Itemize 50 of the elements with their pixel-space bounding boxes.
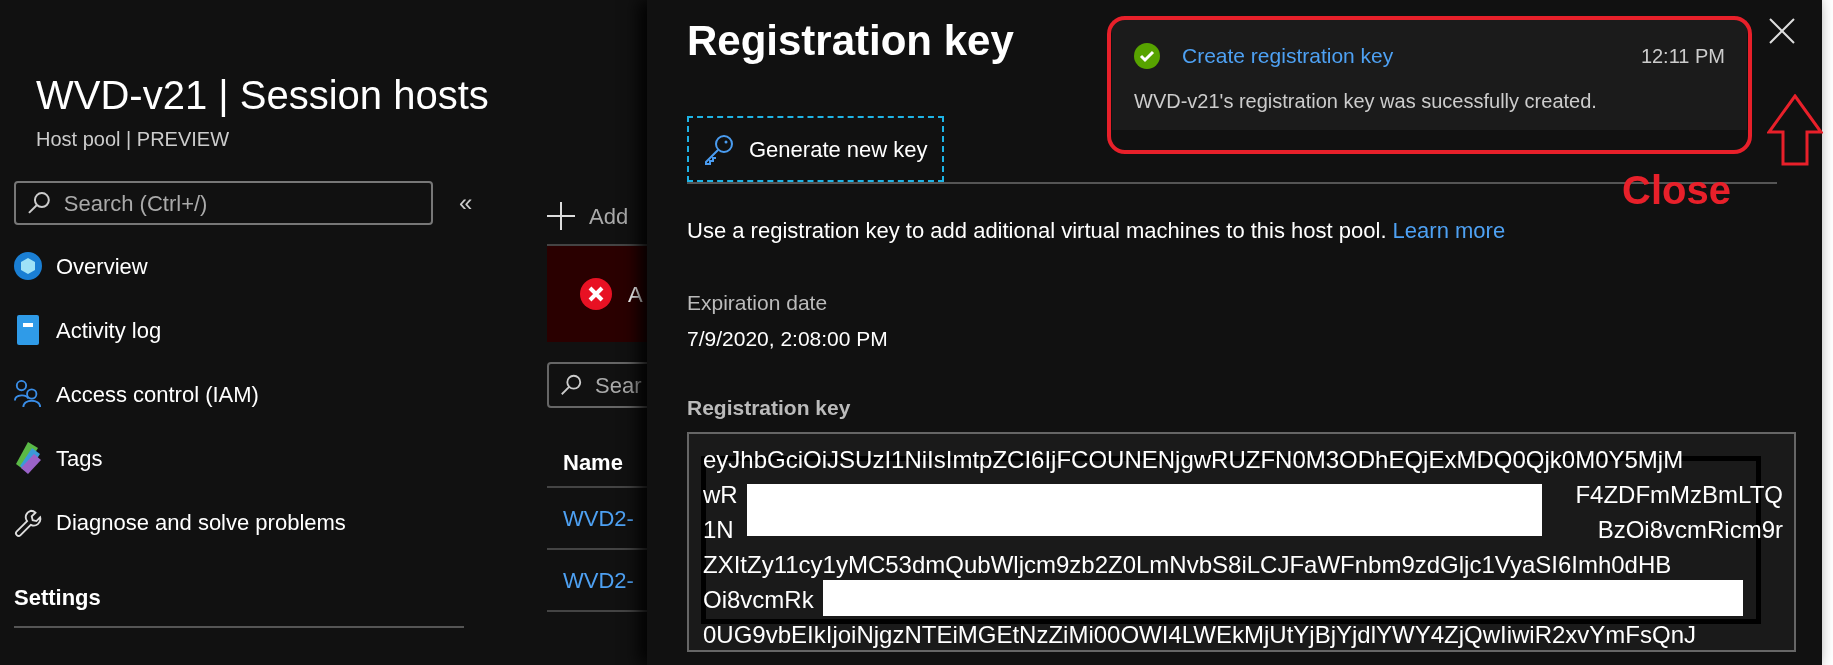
nav-item[interactable]: Activity log bbox=[14, 309, 472, 351]
cube-icon bbox=[14, 252, 42, 280]
search-field[interactable]: Search (Ctrl+/) bbox=[14, 181, 433, 225]
host-link[interactable]: WVD2- bbox=[563, 563, 634, 597]
nav-item[interactable]: Overview bbox=[14, 245, 472, 287]
search-field[interactable]: Sear bbox=[547, 362, 647, 408]
check-icon bbox=[1134, 42, 1160, 69]
key-text: 1N bbox=[703, 514, 734, 545]
add-button[interactable]: Add bbox=[547, 196, 647, 236]
notification-time: 12:11 PM bbox=[1640, 43, 1725, 69]
notification-title[interactable]: Create registration key bbox=[1182, 40, 1394, 72]
column-header: Name bbox=[562, 449, 624, 477]
nav-item[interactable]: Tags bbox=[14, 437, 472, 479]
search-input[interactable]: Search (Ctrl+/) bbox=[63, 186, 421, 220]
people-icon bbox=[14, 379, 42, 409]
search-icon bbox=[26, 190, 52, 216]
section-heading: Settings bbox=[14, 584, 102, 612]
key-text: eyJhbGciOiJSUzI1NiIsImtpZCI6IjFCOUNENjgwRUZFN0M3ODhEQjExMDQ0Qjk0M0Y5MjM bbox=[703, 444, 1684, 475]
key-text: F4ZDFmMzBmLTQ bbox=[1575, 479, 1783, 510]
wrench-icon bbox=[14, 507, 42, 537]
learn-more-link[interactable]: Learn more bbox=[1392, 218, 1506, 243]
key-textbox[interactable] bbox=[687, 431, 1796, 652]
book-icon bbox=[15, 315, 41, 345]
expiration-date: 7/9/2020, 2:08:00 PM bbox=[687, 325, 888, 352]
plus-icon bbox=[547, 202, 575, 230]
key-text: BzOi8vcmRicm9r bbox=[1597, 514, 1783, 545]
nav-item[interactable]: Diagnose and solve problems bbox=[14, 501, 472, 543]
field-label: Registration key bbox=[687, 395, 851, 421]
description-text: Use a registration key to add aditional virtual machines to this host pool. Learn more bbox=[687, 217, 1506, 245]
field-label: Expiration date bbox=[687, 290, 828, 316]
error-icon bbox=[580, 278, 612, 310]
tag-icon bbox=[14, 442, 42, 474]
generate-key-button[interactable]: Generate new key bbox=[687, 116, 944, 182]
search-input[interactable]: Sear bbox=[595, 368, 647, 402]
nav-item[interactable]: Access control (IAM) bbox=[14, 373, 472, 415]
key-text: 0UG9vbEIkIjoiNjgzNTEiMGEtNzZiMi00OWI4LWEkMjUtYjBjYjdlYWY4ZjQwIiwiR2xvYmFsQnJ bbox=[703, 619, 1697, 650]
key-text: wR bbox=[703, 479, 738, 510]
collapse-button[interactable]: « bbox=[453, 185, 479, 221]
key-icon bbox=[703, 133, 735, 165]
arrow-icon bbox=[1767, 94, 1823, 166]
notification-message: WVD-v21's registration key was sucessfully created. bbox=[1134, 88, 1598, 114]
search-icon bbox=[559, 372, 583, 398]
error-message: A bbox=[628, 280, 643, 309]
key-text: ZXItZy11cy1yMC53dmQubWljcm9zb2Z0LmNvbS8iLCJFaWFnbm9zdGljc1VyaSI6Imh0dHB bbox=[703, 549, 1672, 580]
annotation-label: Close bbox=[1622, 167, 1731, 214]
key-text: Oi8vcmRk bbox=[703, 584, 814, 615]
blade-title: Registration key bbox=[687, 16, 1014, 66]
host-link[interactable]: WVD2- bbox=[563, 501, 634, 535]
page-title: WVD-v21 | Session hosts bbox=[36, 72, 489, 119]
page-subtitle: Host pool | PREVIEW bbox=[36, 127, 231, 152]
